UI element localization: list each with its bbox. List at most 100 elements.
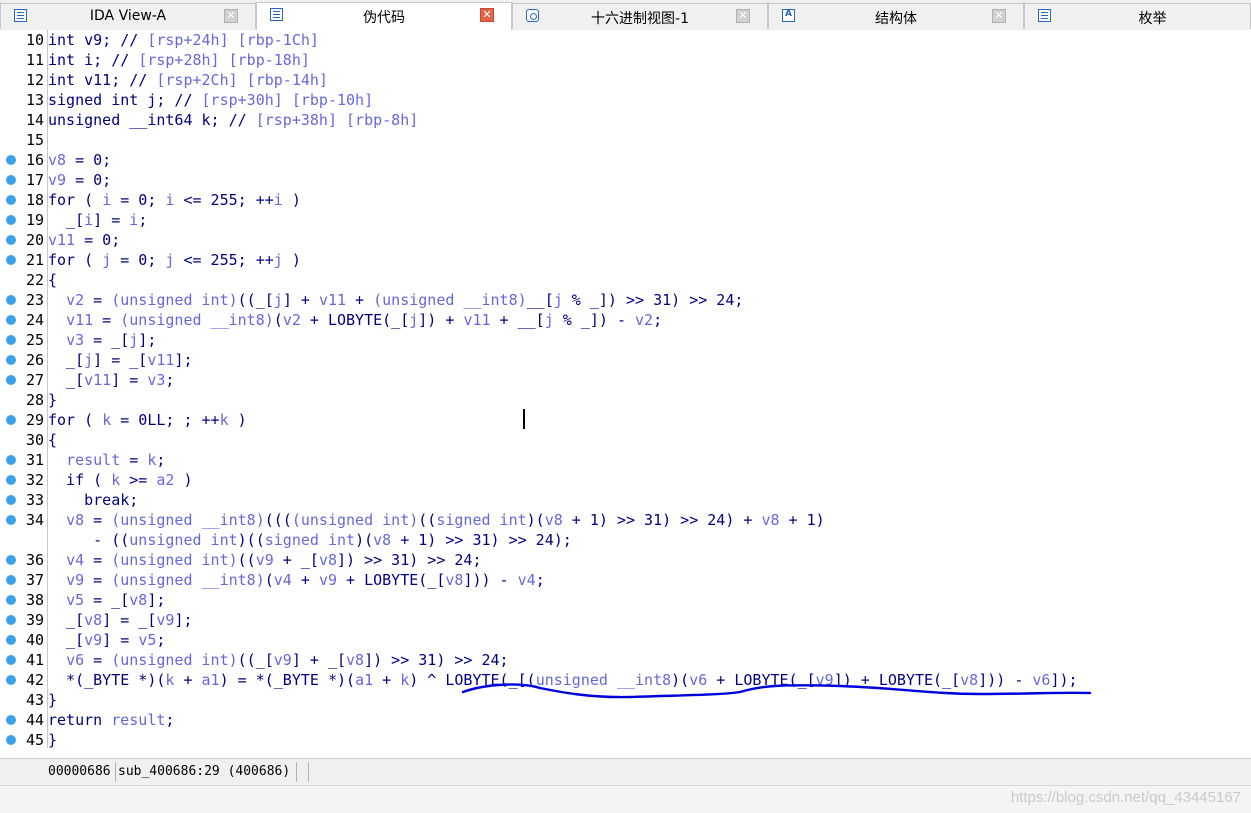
code-line[interactable]: 22{ — [0, 270, 1251, 290]
code-line[interactable]: 20 v11 = 0; — [0, 230, 1251, 250]
code-text[interactable]: } — [48, 690, 57, 710]
code-text[interactable]: signed int j; // [rsp+30h] [rbp-10h] — [48, 90, 373, 110]
breakpoint-marker-icon[interactable] — [6, 675, 16, 685]
breakpoint-marker-icon[interactable] — [6, 515, 16, 525]
tab-hex-view[interactable]: 十六进制视图-1 ✕ — [512, 3, 768, 29]
breakpoint-marker-icon[interactable] — [6, 215, 16, 225]
code-line[interactable]: 41 v6 = (unsigned int)((_[v9] + _[v8]) >… — [0, 650, 1251, 670]
code-text[interactable]: - ((unsigned int)((signed int)(v8 + 1) >… — [48, 530, 572, 550]
code-line[interactable]: 44 return result; — [0, 710, 1251, 730]
close-icon[interactable]: ✕ — [736, 9, 750, 23]
code-text[interactable]: v9 = 0; — [48, 170, 111, 190]
close-icon[interactable]: ✕ — [992, 9, 1006, 23]
code-text[interactable]: v11 = (unsigned __int8)(v2 + LOBYTE(_[j]… — [48, 310, 662, 330]
code-line[interactable]: 36 v4 = (unsigned int)((v9 + _[v8]) >> 3… — [0, 550, 1251, 570]
code-line[interactable]: 14 unsigned __int64 k; // [rsp+38h] [rbp-… — [0, 110, 1251, 130]
code-text[interactable]: unsigned __int64 k; // [rsp+38h] [rbp-8h… — [48, 110, 418, 130]
code-text[interactable]: v9 = (unsigned __int8)(v4 + v9 + LOBYTE(… — [48, 570, 545, 590]
code-text[interactable]: for ( i = 0; i <= 255; ++i ) — [48, 190, 301, 210]
breakpoint-marker-icon[interactable] — [6, 195, 16, 205]
code-line[interactable]: 28} — [0, 390, 1251, 410]
code-line[interactable]: 40 _[v9] = v5; — [0, 630, 1251, 650]
code-line[interactable]: 12 int v11; // [rsp+2Ch] [rbp-14h] — [0, 70, 1251, 90]
breakpoint-marker-icon[interactable] — [6, 575, 16, 585]
code-line[interactable]: 45} — [0, 730, 1251, 750]
code-line[interactable]: 32 if ( k >= a2 ) — [0, 470, 1251, 490]
code-text[interactable]: int v9; // [rsp+24h] [rbp-1Ch] — [48, 30, 319, 50]
code-text[interactable]: if ( k >= a2 ) — [48, 470, 192, 490]
breakpoint-marker-icon[interactable] — [6, 715, 16, 725]
breakpoint-marker-icon[interactable] — [6, 235, 16, 245]
code-text[interactable]: { — [48, 270, 57, 290]
breakpoint-marker-icon[interactable] — [6, 735, 16, 745]
code-text[interactable]: { — [48, 430, 57, 450]
code-text[interactable]: _[i] = i; — [48, 210, 147, 230]
breakpoint-marker-icon[interactable] — [6, 155, 16, 165]
breakpoint-marker-icon[interactable] — [6, 415, 16, 425]
pseudocode-editor[interactable]: 10 int v9; // [rsp+24h] [rbp-1Ch] 11 int i;… — [0, 30, 1251, 758]
breakpoint-marker-icon[interactable] — [6, 335, 16, 345]
tab-structures[interactable]: 结构体 ✕ — [768, 3, 1024, 29]
tab-ida-view-a[interactable]: IDA View-A ✕ — [0, 3, 256, 29]
code-line[interactable]: 26 _[j] = _[v11]; — [0, 350, 1251, 370]
breakpoint-marker-icon[interactable] — [6, 375, 16, 385]
code-line[interactable]: 23 v2 = (unsigned int)((_[j] + v11 + (un… — [0, 290, 1251, 310]
code-text[interactable]: result = k; — [48, 450, 165, 470]
tab-pseudocode[interactable]: 伪代码 ✕ — [256, 2, 512, 30]
code-line[interactable]: 37 v9 = (unsigned __int8)(v4 + v9 + LOBY… — [0, 570, 1251, 590]
breakpoint-marker-icon[interactable] — [6, 655, 16, 665]
code-text[interactable]: } — [48, 730, 57, 750]
code-text[interactable]: _[j] = _[v11]; — [48, 350, 192, 370]
code-text[interactable]: v3 = _[j]; — [48, 330, 156, 350]
breakpoint-marker-icon[interactable] — [6, 475, 16, 485]
code-text[interactable]: v5 = _[v8]; — [48, 590, 165, 610]
code-text[interactable]: v6 = (unsigned int)((_[v9] + _[v8]) >> 3… — [48, 650, 509, 670]
code-line[interactable]: 24 v11 = (unsigned __int8)(v2 + LOBYTE(_… — [0, 310, 1251, 330]
code-text[interactable]: v8 = (unsigned __int8)((((unsigned int)(… — [48, 510, 825, 530]
code-line[interactable]: 17 v9 = 0; — [0, 170, 1251, 190]
close-icon[interactable]: ✕ — [480, 8, 494, 22]
code-line[interactable]: 13 signed int j; // [rsp+30h] [rbp-10h] — [0, 90, 1251, 110]
breakpoint-marker-icon[interactable] — [6, 455, 16, 465]
code-line[interactable]: 29 for ( k = 0LL; ; ++k ) — [0, 410, 1251, 430]
breakpoint-marker-icon[interactable] — [6, 315, 16, 325]
code-line[interactable]: 16 v8 = 0; — [0, 150, 1251, 170]
code-line[interactable]: 34 v8 = (unsigned __int8)((((unsigned in… — [0, 510, 1251, 530]
code-text[interactable]: v2 = (unsigned int)((_[j] + v11 + (unsig… — [48, 290, 743, 310]
code-line[interactable]: 30{ — [0, 430, 1251, 450]
breakpoint-marker-icon[interactable] — [6, 555, 16, 565]
breakpoint-marker-icon[interactable] — [6, 595, 16, 605]
code-text[interactable]: _[v9] = v5; — [48, 630, 165, 650]
code-text[interactable]: v4 = (unsigned int)((v9 + _[v8]) >> 31) … — [48, 550, 481, 570]
code-line[interactable]: 21 for ( j = 0; j <= 255; ++j ) — [0, 250, 1251, 270]
code-text[interactable]: int v11; // [rsp+2Ch] [rbp-14h] — [48, 70, 328, 90]
code-text[interactable]: v11 = 0; — [48, 230, 120, 250]
code-line[interactable]: 27 _[v11] = v3; — [0, 370, 1251, 390]
breakpoint-marker-icon[interactable] — [6, 295, 16, 305]
code-line[interactable]: 19 _[i] = i; — [0, 210, 1251, 230]
tab-enums[interactable]: 枚举 — [1024, 3, 1251, 29]
code-line[interactable]: - ((unsigned int)((signed int)(v8 + 1) >… — [0, 530, 1251, 550]
code-line[interactable]: 10 int v9; // [rsp+24h] [rbp-1Ch] — [0, 30, 1251, 50]
code-line[interactable]: 11 int i; // [rsp+28h] [rbp-18h] — [0, 50, 1251, 70]
breakpoint-marker-icon[interactable] — [6, 175, 16, 185]
code-text[interactable]: _[v8] = _[v9]; — [48, 610, 192, 630]
code-line[interactable]: 15 — [0, 130, 1251, 150]
code-text[interactable]: v8 = 0; — [48, 150, 111, 170]
breakpoint-marker-icon[interactable] — [6, 635, 16, 645]
code-line[interactable]: 33 break; — [0, 490, 1251, 510]
breakpoint-marker-icon[interactable] — [6, 495, 16, 505]
breakpoint-marker-icon[interactable] — [6, 355, 16, 365]
code-line[interactable]: 38 v5 = _[v8]; — [0, 590, 1251, 610]
code-text[interactable]: break; — [48, 490, 138, 510]
code-text[interactable]: int i; // [rsp+28h] [rbp-18h] — [48, 50, 310, 70]
breakpoint-marker-icon[interactable] — [6, 615, 16, 625]
code-line[interactable]: 18 for ( i = 0; i <= 255; ++i ) — [0, 190, 1251, 210]
code-text[interactable]: return result; — [48, 710, 174, 730]
code-line[interactable]: 31 result = k; — [0, 450, 1251, 470]
code-line[interactable]: 39 _[v8] = _[v9]; — [0, 610, 1251, 630]
code-text[interactable]: for ( j = 0; j <= 255; ++j ) — [48, 250, 301, 270]
breakpoint-marker-icon[interactable] — [6, 255, 16, 265]
close-icon[interactable]: ✕ — [224, 9, 238, 23]
code-text[interactable]: } — [48, 390, 57, 410]
